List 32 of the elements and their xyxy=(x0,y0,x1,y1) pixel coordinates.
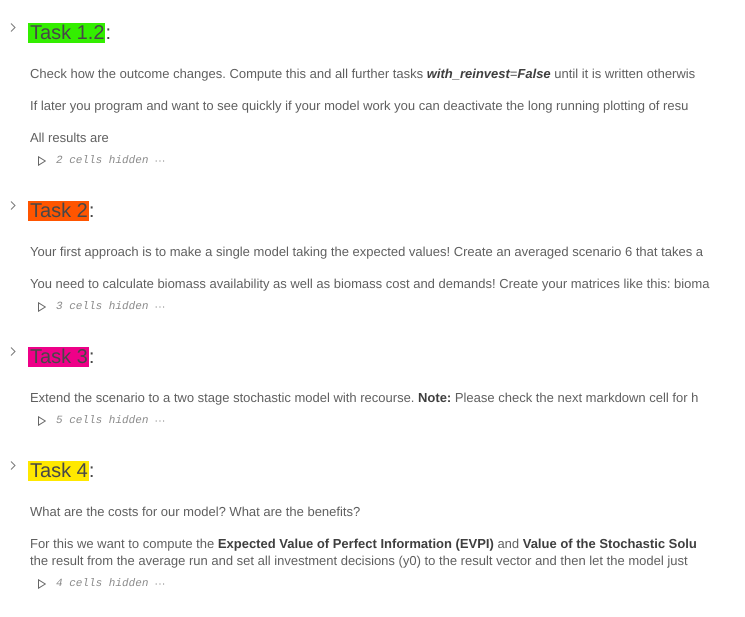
paragraph-text: Extend the scenario to a two stage stochastic model with recourse. Note: Please check the next markdown cell for h xyxy=(30,389,700,406)
paragraph-text: Check how the outcome changes. Compute this and all further tasks with_reinvest=False until it is written otherwis xyxy=(30,65,696,82)
expand-triangle-icon[interactable] xyxy=(38,302,46,312)
expand-triangle-icon[interactable] xyxy=(38,156,46,166)
paragraph-text: You need to calculate biomass availability as well as biomass cost and demands! Create your matrices like this: bioma xyxy=(30,275,710,292)
hidden-cells-label[interactable]: 2 cells hidden xyxy=(56,155,148,167)
chevron-icon[interactable] xyxy=(10,460,16,470)
paragraph-text: For this we want to compute the Expected Value of Perfect Information (EVPI) and Value of the Stochastic Solu the result from the average run and set all investment decisions (y0) to the result vector and then let the model just xyxy=(30,535,698,569)
highlighted-heading: Task 2 xyxy=(28,201,89,221)
highlighted-heading: Task 4 xyxy=(28,461,89,481)
heading-colon: : xyxy=(88,201,94,221)
hidden-cells-label[interactable]: 5 cells hidden xyxy=(56,415,148,427)
chevron-icon[interactable] xyxy=(10,346,16,356)
paragraph-text: What are the costs for our model? What are the benefits? xyxy=(30,503,362,520)
more-button[interactable]: ··· xyxy=(154,301,166,313)
more-button[interactable]: ··· xyxy=(154,415,166,427)
expand-triangle-icon[interactable] xyxy=(38,579,46,589)
more-button[interactable]: ··· xyxy=(154,155,166,167)
hidden-cells-label[interactable]: 3 cells hidden xyxy=(56,301,148,313)
chevron-icon[interactable] xyxy=(10,200,16,210)
hidden-cells-label[interactable]: 4 cells hidden xyxy=(56,578,148,590)
heading-colon: : xyxy=(88,347,94,367)
chevron-icon[interactable] xyxy=(10,22,16,32)
paragraph-text: All results are xyxy=(30,129,110,146)
highlighted-heading: Task 3 xyxy=(28,347,89,367)
heading-colon: : xyxy=(105,23,112,43)
paragraph-text: If later you program and want to see quickly if your model work you can deactivate the long running plotting of resu xyxy=(30,97,690,114)
expand-triangle-icon[interactable] xyxy=(38,416,46,426)
paragraph-text: Your first approach is to make a single model taking the expected values! Create an averaged scenario 6 that takes a xyxy=(30,243,704,260)
heading-colon: : xyxy=(88,461,94,481)
more-button[interactable]: ··· xyxy=(154,578,166,590)
highlighted-heading: Task 1.2 xyxy=(28,23,106,43)
